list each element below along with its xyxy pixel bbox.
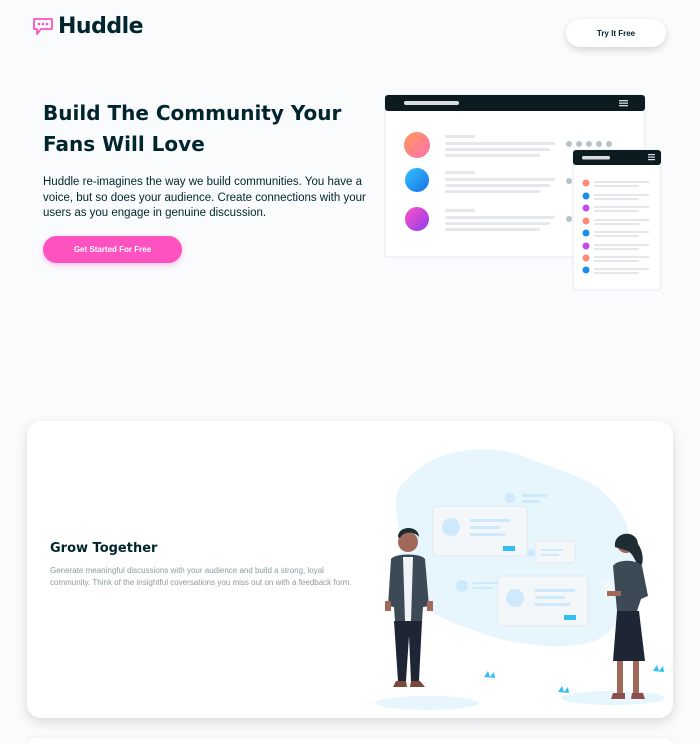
feature-description: Generate meaningful discussions with you… xyxy=(50,566,352,587)
feature-title: Grow Together xyxy=(50,541,158,556)
brand-name: Huddle xyxy=(58,14,144,39)
hero-mockup-illustration xyxy=(384,94,662,291)
try-it-free-button[interactable]: Try It Free xyxy=(566,19,666,47)
chat-bubble-icon xyxy=(33,17,53,35)
hero-title: Build The Community Your Fans Will Love xyxy=(43,101,342,156)
next-section-edge xyxy=(27,738,673,744)
feature-card-grow-together: Grow Together Generate meaningful discus… xyxy=(27,421,673,718)
hero-description: Huddle re-imagines the way we build comm… xyxy=(43,176,366,219)
get-started-button[interactable]: Get Started For Free xyxy=(43,236,182,263)
site-header: Huddle Try It Free xyxy=(0,0,700,70)
grow-together-illustration xyxy=(375,449,665,710)
logo[interactable]: Huddle xyxy=(32,14,144,39)
hamburger-menu-icon xyxy=(619,100,628,107)
